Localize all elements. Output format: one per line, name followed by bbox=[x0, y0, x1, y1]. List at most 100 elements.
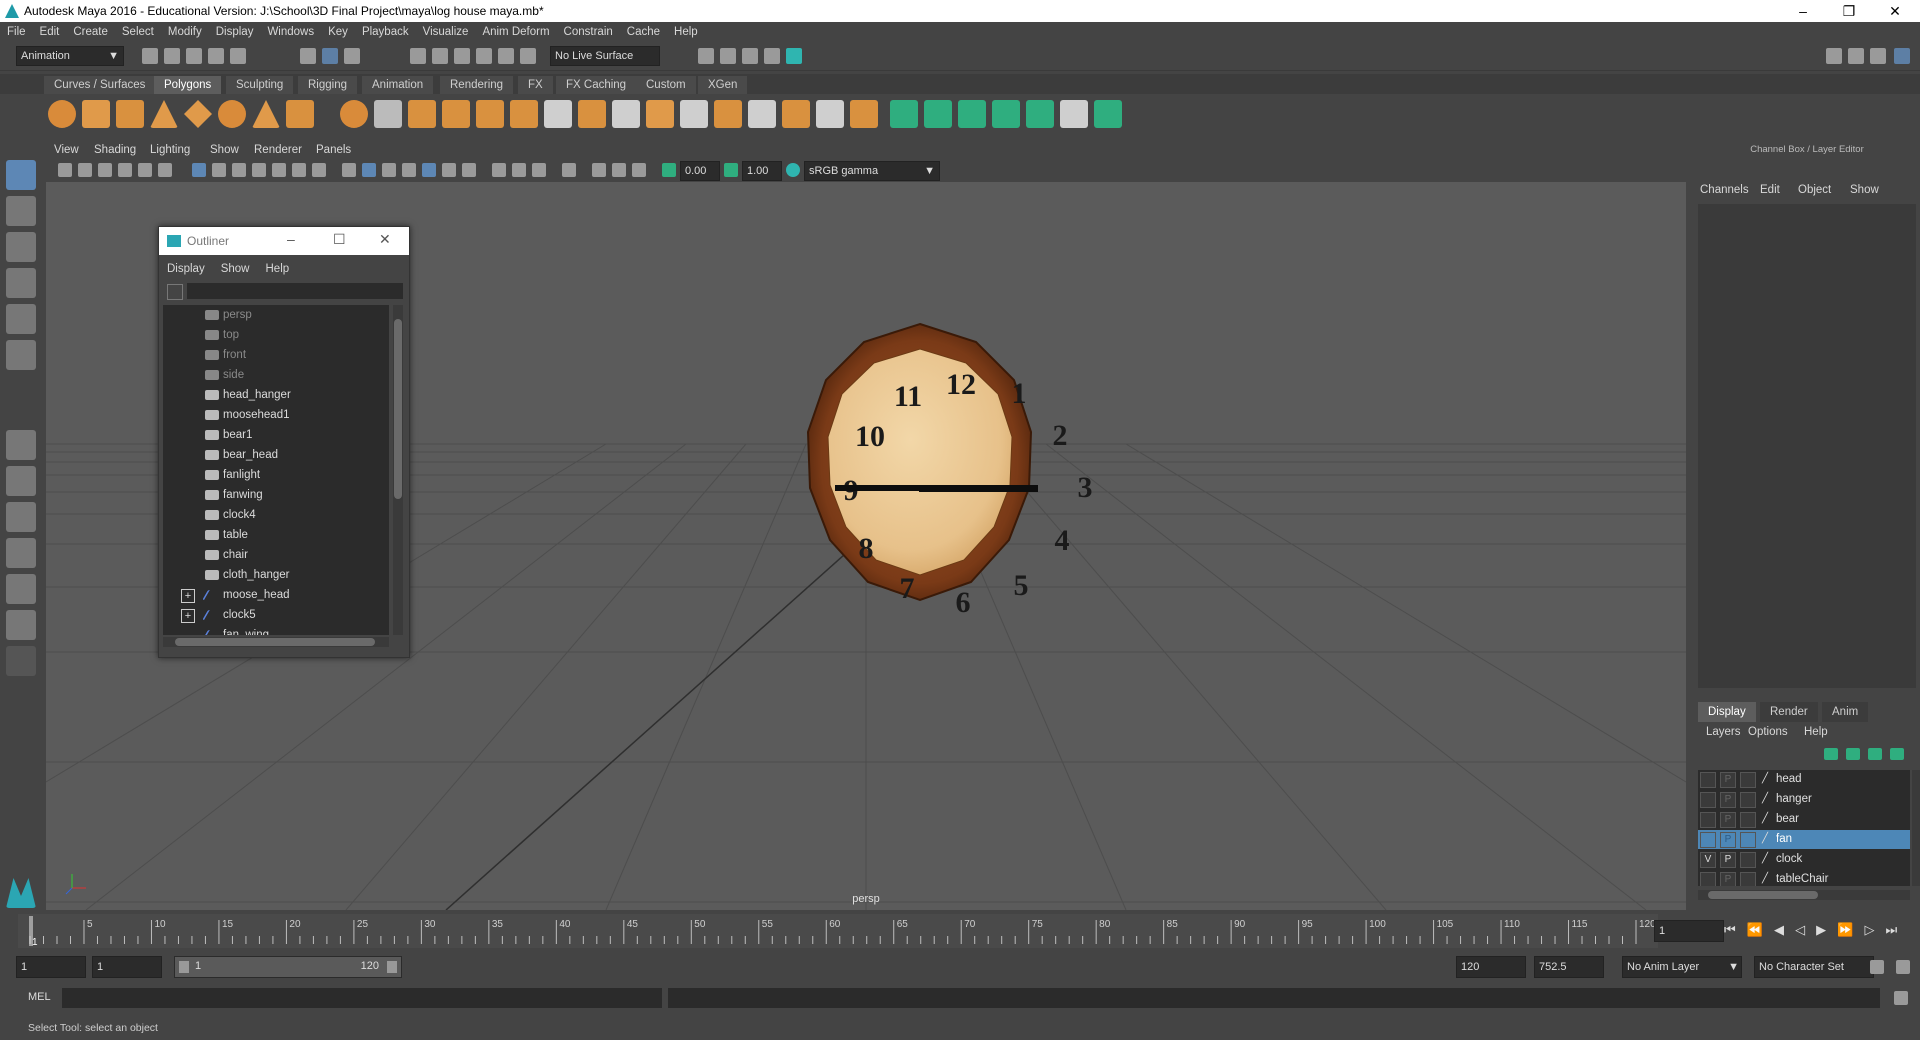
backface-icon[interactable] bbox=[632, 163, 646, 177]
start-frame-field[interactable]: 1 bbox=[16, 956, 86, 978]
menu-constrain[interactable]: Constrain bbox=[557, 22, 620, 42]
list-item[interactable]: top bbox=[163, 325, 389, 345]
list-item[interactable]: table bbox=[163, 525, 389, 545]
layer-playback-toggle[interactable]: P bbox=[1720, 832, 1736, 848]
safe-title-icon[interactable] bbox=[312, 163, 326, 177]
step-forward-frame-icon[interactable]: ▷ bbox=[1864, 922, 1874, 937]
mirror-icon[interactable] bbox=[476, 100, 504, 128]
isolate-select-icon[interactable] bbox=[562, 163, 576, 177]
layer-visibility-toggle[interactable] bbox=[1700, 832, 1716, 848]
snap-vertex-icon[interactable] bbox=[520, 48, 536, 64]
render-view-icon[interactable] bbox=[698, 48, 714, 64]
render-frame-icon[interactable] bbox=[720, 48, 736, 64]
layer-type-toggle[interactable] bbox=[1740, 852, 1756, 868]
layer-tab-anim[interactable]: Anim bbox=[1822, 702, 1869, 722]
shelf-tab-sculpting[interactable]: Sculpting bbox=[226, 76, 294, 94]
layer-visibility-toggle[interactable]: V bbox=[1700, 852, 1716, 868]
step-forward-key-icon[interactable]: ⏩ bbox=[1837, 922, 1853, 937]
shadows-icon[interactable] bbox=[462, 163, 476, 177]
channel-menu-channels[interactable]: Channels bbox=[1700, 184, 1749, 196]
menu-select[interactable]: Select bbox=[115, 22, 161, 42]
layer-list-scrollbar[interactable] bbox=[1912, 770, 1920, 886]
textured-icon[interactable] bbox=[422, 163, 436, 177]
snap-point-icon[interactable] bbox=[454, 48, 470, 64]
layer-playback-toggle[interactable]: P bbox=[1720, 812, 1736, 828]
layer-row-selected[interactable]: P ╱ fan bbox=[1698, 830, 1910, 849]
planar-uv-icon[interactable] bbox=[748, 100, 776, 128]
layer-menu-help[interactable]: Help bbox=[1804, 726, 1828, 738]
snap-view-icon[interactable] bbox=[476, 48, 492, 64]
grease-pencil-icon[interactable] bbox=[158, 163, 172, 177]
channel-menu-show[interactable]: Show bbox=[1850, 184, 1879, 196]
layer-tab-display[interactable]: Display bbox=[1698, 702, 1756, 722]
select-tool-icon[interactable] bbox=[6, 160, 36, 190]
shelf-tab-fx-caching[interactable]: FX Caching bbox=[556, 76, 637, 94]
new-scene-icon[interactable] bbox=[142, 48, 158, 64]
shelf-tab-animation[interactable]: Animation bbox=[362, 76, 434, 94]
soft-body-icon[interactable] bbox=[924, 100, 952, 128]
menuset-dropdown[interactable]: Animation ▼ bbox=[16, 46, 124, 66]
select-hierarchy-icon[interactable] bbox=[300, 48, 316, 64]
motion-blur-icon[interactable] bbox=[512, 163, 526, 177]
poly-cube-icon[interactable] bbox=[82, 100, 110, 128]
viewport-menu-panels[interactable]: Panels bbox=[316, 144, 351, 156]
gate-mask-icon[interactable] bbox=[252, 163, 266, 177]
layer-playback-toggle[interactable]: P bbox=[1720, 772, 1736, 788]
custom-layout-icon[interactable] bbox=[6, 646, 36, 676]
scrollbar-thumb[interactable] bbox=[394, 319, 402, 499]
layer-menu-layers[interactable]: Layers bbox=[1706, 726, 1741, 738]
move-layer-up-icon[interactable] bbox=[1824, 748, 1838, 760]
layer-type-toggle[interactable] bbox=[1740, 832, 1756, 848]
uv-editor-icon[interactable] bbox=[816, 100, 844, 128]
playback-start-field[interactable]: 1 bbox=[92, 956, 162, 978]
open-scene-icon[interactable] bbox=[164, 48, 180, 64]
channel-menu-object[interactable]: Object bbox=[1798, 184, 1831, 196]
menu-anim-deform[interactable]: Anim Deform bbox=[475, 22, 556, 42]
smooth-icon[interactable] bbox=[408, 100, 436, 128]
bridge-icon[interactable] bbox=[544, 100, 572, 128]
list-item[interactable]: head_hanger bbox=[163, 385, 389, 405]
outliner-search-input[interactable] bbox=[187, 283, 403, 299]
combine-icon[interactable] bbox=[340, 100, 368, 128]
bevel-icon[interactable] bbox=[578, 100, 606, 128]
layer-type-toggle[interactable] bbox=[1740, 772, 1756, 788]
shelf-tab-custom[interactable]: Custom bbox=[636, 76, 696, 94]
close-button[interactable]: ✕ bbox=[1872, 0, 1918, 22]
layer-type-toggle[interactable] bbox=[1740, 812, 1756, 828]
layer-color-swatch-icon[interactable]: ╱ bbox=[1758, 812, 1772, 826]
layer-row[interactable]: P ╱ tableChair bbox=[1698, 870, 1910, 886]
safe-action-icon[interactable] bbox=[292, 163, 306, 177]
filter-icon[interactable] bbox=[167, 284, 183, 300]
move-tool-icon[interactable] bbox=[6, 268, 36, 298]
step-back-frame-icon[interactable]: ◀ bbox=[1774, 922, 1784, 937]
new-layer-selected-icon[interactable] bbox=[1890, 748, 1904, 760]
shelf-tab-fx[interactable]: FX bbox=[518, 76, 553, 94]
outliner-titlebar[interactable]: Outliner – ☐ ✕ bbox=[159, 227, 409, 255]
viewport-menu-shading[interactable]: Shading bbox=[94, 144, 136, 156]
layer-tab-render[interactable]: Render bbox=[1760, 702, 1818, 722]
color-space-dropdown[interactable]: sRGB gamma ▼ bbox=[804, 161, 940, 181]
smooth-shade-icon[interactable] bbox=[362, 163, 376, 177]
layer-list-horizontal-scrollbar[interactable] bbox=[1698, 890, 1910, 900]
current-frame-field[interactable]: 1 bbox=[1654, 920, 1724, 942]
auto-key-icon[interactable] bbox=[1870, 960, 1884, 974]
shelf-tab-xgen[interactable]: XGen bbox=[698, 76, 748, 94]
shelf-tab-rendering[interactable]: Rendering bbox=[440, 76, 514, 94]
layer-color-swatch-icon[interactable]: ╱ bbox=[1758, 772, 1772, 786]
channel-list[interactable] bbox=[1698, 204, 1916, 688]
viewport-menu-lighting[interactable]: Lighting bbox=[150, 144, 190, 156]
redo-icon[interactable] bbox=[230, 48, 246, 64]
layer-playback-toggle[interactable]: P bbox=[1720, 792, 1736, 808]
layer-color-swatch-icon[interactable]: ╱ bbox=[1758, 792, 1772, 806]
outliner-menu-show[interactable]: Show bbox=[213, 259, 258, 279]
outliner-minimize-button[interactable]: – bbox=[287, 231, 295, 247]
preferences-icon[interactable] bbox=[1896, 960, 1910, 974]
command-language-label[interactable]: MEL bbox=[28, 991, 51, 1003]
poly-sphere-icon[interactable] bbox=[48, 100, 76, 128]
shelf-tab-rigging[interactable]: Rigging bbox=[298, 76, 357, 94]
persp-outliner-layout-icon[interactable] bbox=[6, 502, 36, 532]
outliner-list[interactable]: persp top front side head_hanger moosehe… bbox=[163, 305, 389, 635]
bookmark-icon[interactable] bbox=[98, 163, 112, 177]
image-plane-icon[interactable] bbox=[118, 163, 132, 177]
menu-edit[interactable]: Edit bbox=[33, 22, 67, 42]
